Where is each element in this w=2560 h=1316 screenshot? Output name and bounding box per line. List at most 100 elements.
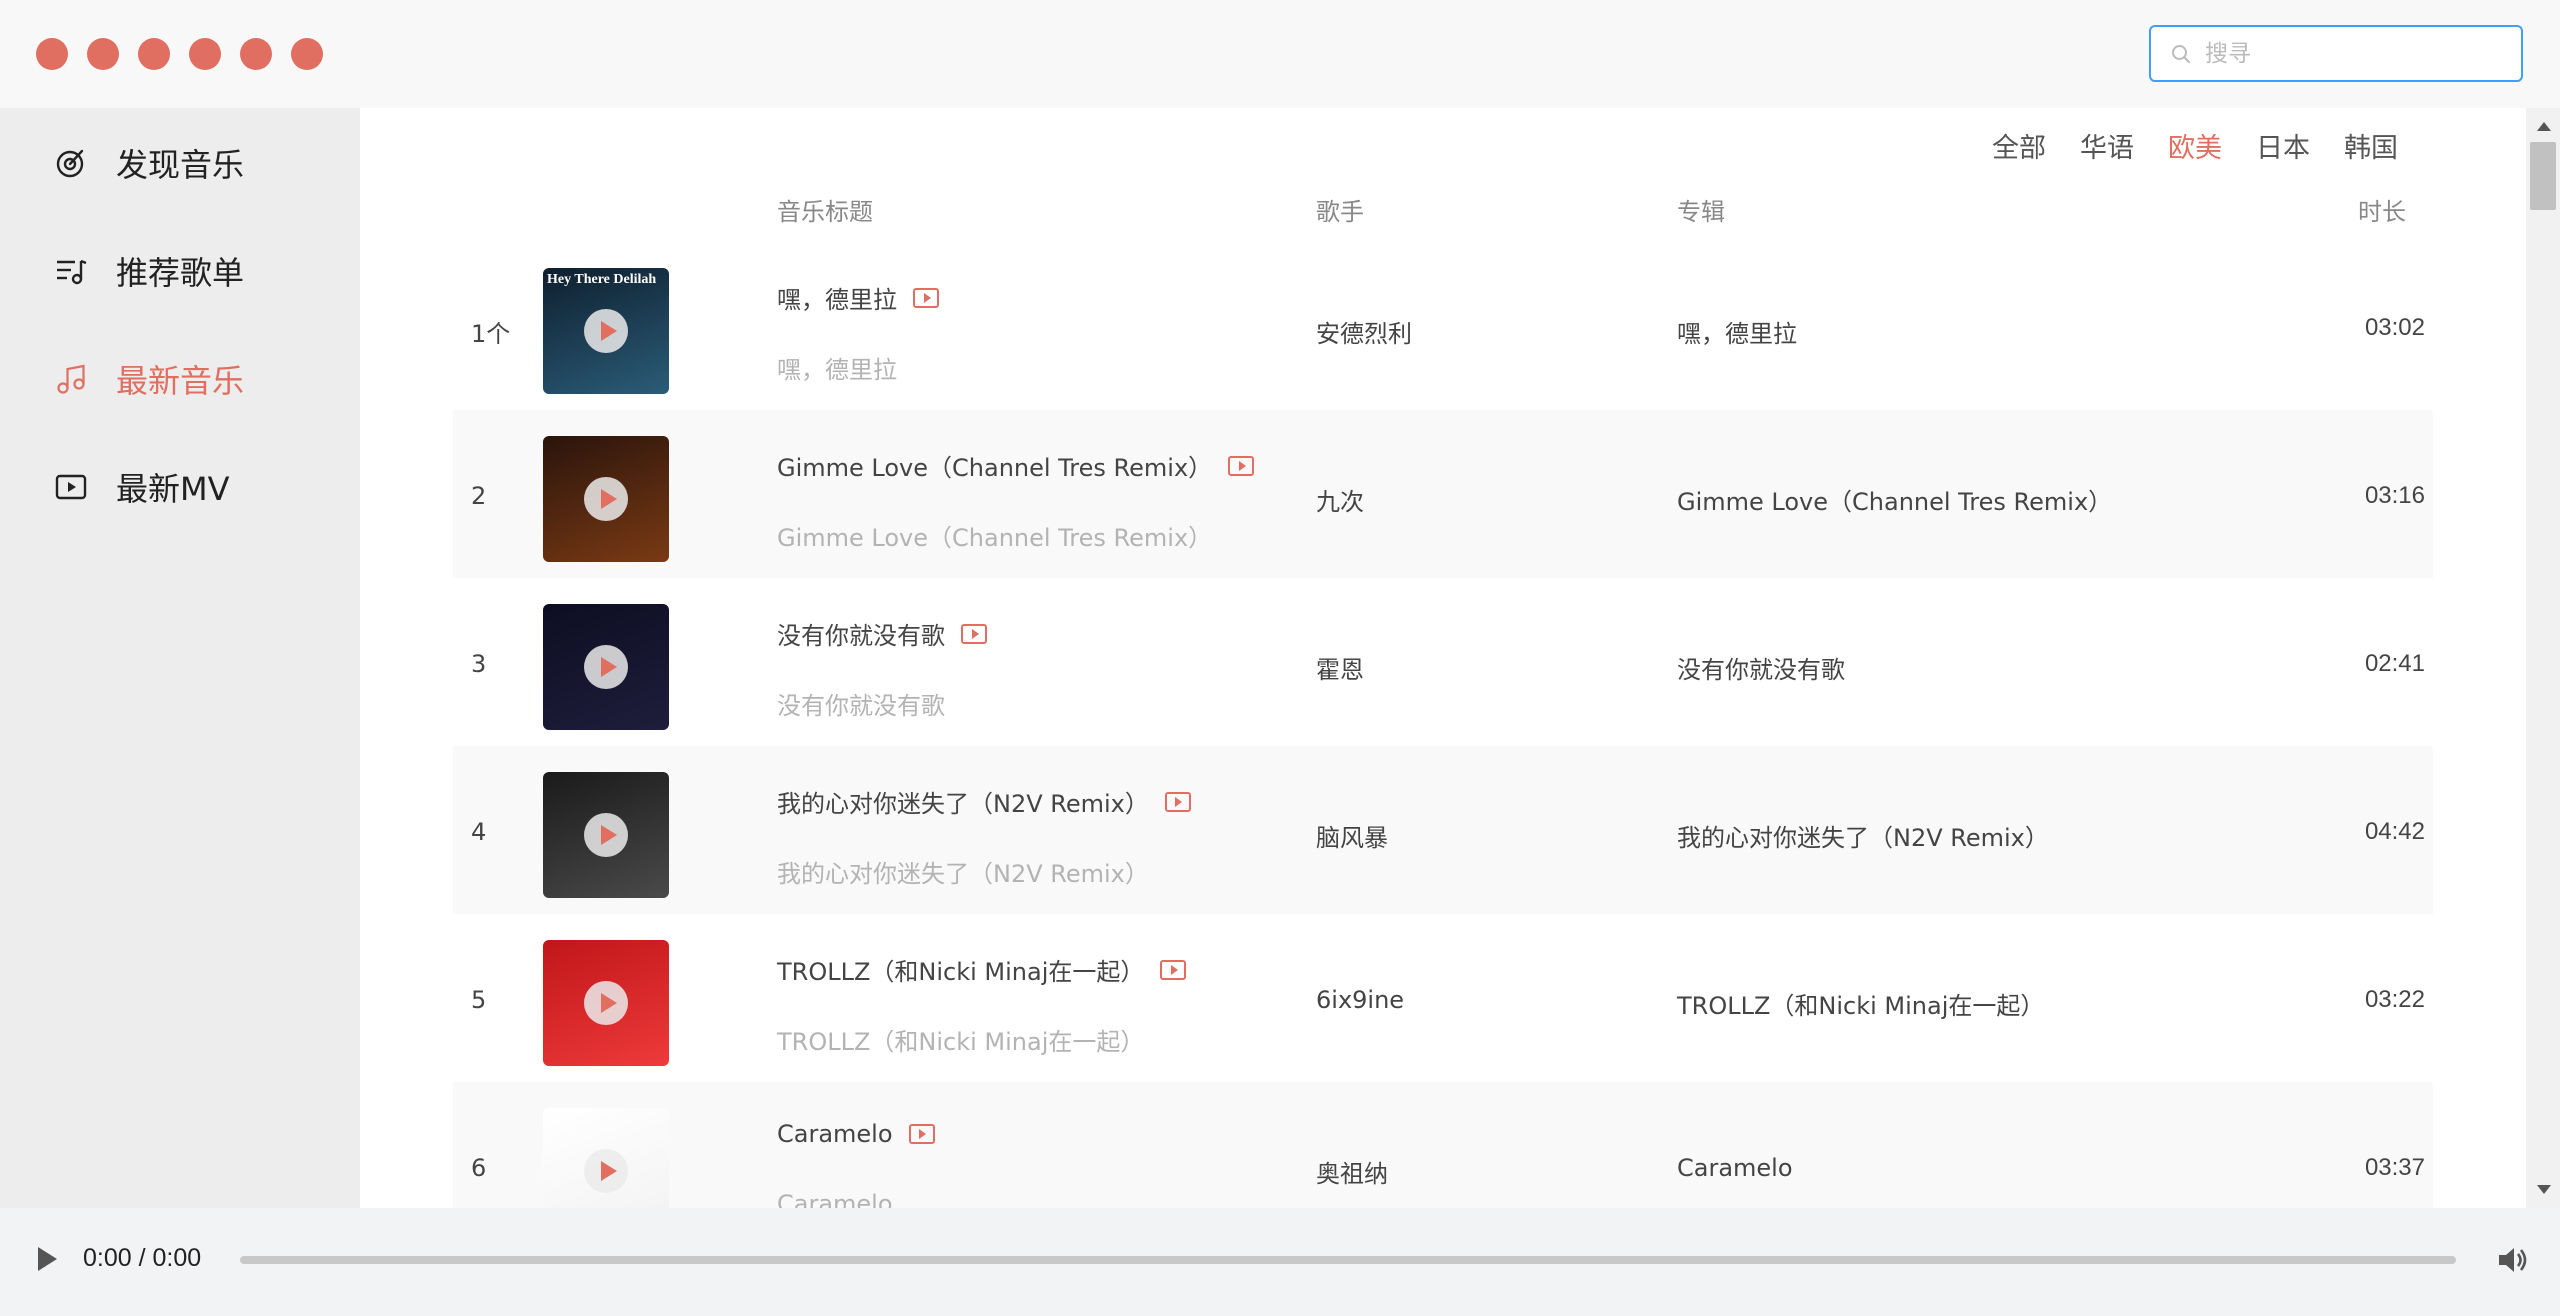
table-row[interactable]: 5 TROLLZ（和Nicki Minaj在一起） TROLLZ（和Nicki … xyxy=(453,914,2433,1082)
song-artist[interactable]: 九次 xyxy=(1316,482,1364,517)
region-tabs: 全部 华语 欧美 日本 韩国 xyxy=(1992,126,2398,165)
sidebar-item-playlists[interactable]: 推荐歌单 xyxy=(54,241,244,301)
video-play-icon xyxy=(54,470,88,504)
table-row[interactable]: 2 Gimme Love（Channel Tres Remix） Gimme L… xyxy=(453,410,2433,578)
window-dot-4[interactable] xyxy=(189,38,221,70)
tab-japan[interactable]: 日本 xyxy=(2256,126,2310,165)
sidebar-item-label: 发现音乐 xyxy=(116,146,245,184)
song-album[interactable]: 我的心对你迷失了（N2V Remix） xyxy=(1677,818,2049,853)
song-index: 5 xyxy=(471,986,487,1014)
scrollbar[interactable] xyxy=(2526,108,2560,1208)
sidebar-item-new-music[interactable]: 最新音乐 xyxy=(54,349,244,409)
song-subtitle: Gimme Love（Channel Tres Remix） xyxy=(777,524,1213,552)
song-subtitle: 我的心对你迷失了（N2V Remix） xyxy=(777,860,1149,888)
song-artist[interactable]: 安德烈利 xyxy=(1316,314,1412,349)
header-title: 音乐标题 xyxy=(777,198,873,226)
song-duration: 03:37 xyxy=(2364,1154,2425,1181)
song-artist[interactable]: 奥祖纳 xyxy=(1316,1154,1388,1189)
mv-icon[interactable] xyxy=(1164,791,1191,812)
scroll-up-arrow-icon[interactable] xyxy=(2537,122,2551,131)
mv-icon[interactable] xyxy=(1228,455,1255,476)
play-icon[interactable] xyxy=(584,981,628,1025)
song-title-text[interactable]: TROLLZ（和Nicki Minaj在一起） xyxy=(777,952,1144,987)
song-album[interactable]: 嘿，德里拉 xyxy=(1677,314,1797,349)
header-album: 专辑 xyxy=(1677,198,1725,226)
song-artist[interactable]: 霍恩 xyxy=(1316,650,1364,685)
window-dot-6[interactable] xyxy=(291,38,323,70)
song-index: 1个 xyxy=(471,320,511,348)
album-cover[interactable] xyxy=(543,772,669,898)
song-subtitle: Caramelo xyxy=(777,1190,893,1208)
table-row[interactable]: 6 Caramelo Caramelo 奥祖纳 Caramelo 03:37 xyxy=(453,1082,2433,1208)
window-dot-1[interactable] xyxy=(36,38,68,70)
table-row[interactable]: 3 没有你就没有歌 没有你就没有歌 霍恩 没有你就没有歌 02:41 xyxy=(453,578,2433,746)
table-row[interactable]: 4 我的心对你迷失了（N2V Remix） 我的心对你迷失了（N2V Remix… xyxy=(453,746,2433,914)
album-cover[interactable] xyxy=(543,1108,669,1208)
song-title: TROLLZ（和Nicki Minaj在一起） xyxy=(777,952,1187,987)
tab-chinese[interactable]: 华语 xyxy=(2080,126,2134,165)
table-row[interactable]: 1个 Hey There Delilah 嘿，德里拉 嘿，德里拉 安德烈利 嘿，… xyxy=(453,242,2433,410)
sidebar-item-new-mv[interactable]: 最新MV xyxy=(54,457,230,517)
song-title: Caramelo xyxy=(777,1120,935,1148)
song-subtitle: 没有你就没有歌 xyxy=(777,692,945,720)
album-cover[interactable] xyxy=(543,604,669,730)
tab-western[interactable]: 欧美 xyxy=(2168,126,2222,165)
mv-icon[interactable] xyxy=(908,1124,935,1144)
song-index: 4 xyxy=(471,818,487,846)
song-duration: 02:41 xyxy=(2364,650,2425,677)
search-icon xyxy=(2172,44,2190,63)
tab-all[interactable]: 全部 xyxy=(1992,126,2046,165)
mv-icon[interactable] xyxy=(961,623,987,644)
song-duration: 03:16 xyxy=(2364,482,2425,509)
mv-icon[interactable] xyxy=(913,287,939,308)
play-icon[interactable] xyxy=(584,477,628,521)
song-subtitle: 嘿，德里拉 xyxy=(777,356,897,384)
window-dot-2[interactable] xyxy=(87,38,119,70)
header-artist: 歌手 xyxy=(1316,198,1364,226)
sidebar-item-discover[interactable]: 发现音乐 xyxy=(54,133,244,193)
song-title: 没有你就没有歌 xyxy=(777,616,987,651)
album-cover[interactable] xyxy=(543,940,669,1066)
song-title-text[interactable]: 没有你就没有歌 xyxy=(777,616,945,651)
song-title-text[interactable]: Caramelo xyxy=(777,1120,893,1148)
tab-korea[interactable]: 韩国 xyxy=(2344,126,2398,165)
window-dot-3[interactable] xyxy=(138,38,170,70)
song-album[interactable]: TROLLZ（和Nicki Minaj在一起） xyxy=(1677,986,2044,1021)
search-input[interactable] xyxy=(2205,40,2505,67)
song-artist[interactable]: 脑风暴 xyxy=(1316,818,1388,853)
scrollbar-thumb[interactable] xyxy=(2530,142,2556,210)
album-cover[interactable] xyxy=(543,436,669,562)
song-title-text[interactable]: 嘿，德里拉 xyxy=(777,280,897,315)
song-album[interactable]: Gimme Love（Channel Tres Remix） xyxy=(1677,482,2112,517)
volume-icon[interactable] xyxy=(2495,1242,2531,1283)
table-header: 音乐标题 歌手 专辑 时长 xyxy=(360,188,2526,228)
window-dot-5[interactable] xyxy=(240,38,272,70)
play-icon[interactable] xyxy=(584,309,628,353)
song-album[interactable]: 没有你就没有歌 xyxy=(1677,650,1845,685)
song-artist[interactable]: 6ix9ine xyxy=(1316,986,1404,1014)
song-title: 我的心对你迷失了（N2V Remix） xyxy=(777,784,1191,819)
song-album[interactable]: Caramelo xyxy=(1677,1154,1793,1182)
window-controls xyxy=(36,38,323,70)
song-index: 2 xyxy=(471,482,487,510)
play-icon[interactable] xyxy=(584,813,628,857)
scroll-down-arrow-icon[interactable] xyxy=(2537,1185,2551,1194)
play-icon[interactable] xyxy=(584,1149,628,1193)
song-list: 1个 Hey There Delilah 嘿，德里拉 嘿，德里拉 安德烈利 嘿，… xyxy=(453,242,2433,1208)
sidebar-item-label: 推荐歌单 xyxy=(116,254,245,292)
play-icon[interactable] xyxy=(584,645,628,689)
music-note-icon xyxy=(54,362,88,396)
title-bar xyxy=(0,0,2560,108)
search-box[interactable] xyxy=(2149,25,2523,82)
main-content: 全部 华语 欧美 日本 韩国 音乐标题 歌手 专辑 时长 1个 Hey Ther… xyxy=(360,108,2526,1208)
song-title-text[interactable]: Gimme Love（Channel Tres Remix） xyxy=(777,448,1212,483)
song-index: 3 xyxy=(471,650,487,678)
play-icon[interactable] xyxy=(38,1247,57,1271)
album-cover[interactable]: Hey There Delilah xyxy=(543,268,669,394)
player-progress-bar[interactable] xyxy=(240,1256,2456,1264)
sidebar-item-label: 最新MV xyxy=(116,470,230,508)
cover-text: Hey There Delilah xyxy=(547,272,657,287)
mv-icon[interactable] xyxy=(1160,959,1187,980)
song-duration: 04:42 xyxy=(2364,818,2425,845)
song-title-text[interactable]: 我的心对你迷失了（N2V Remix） xyxy=(777,784,1149,819)
